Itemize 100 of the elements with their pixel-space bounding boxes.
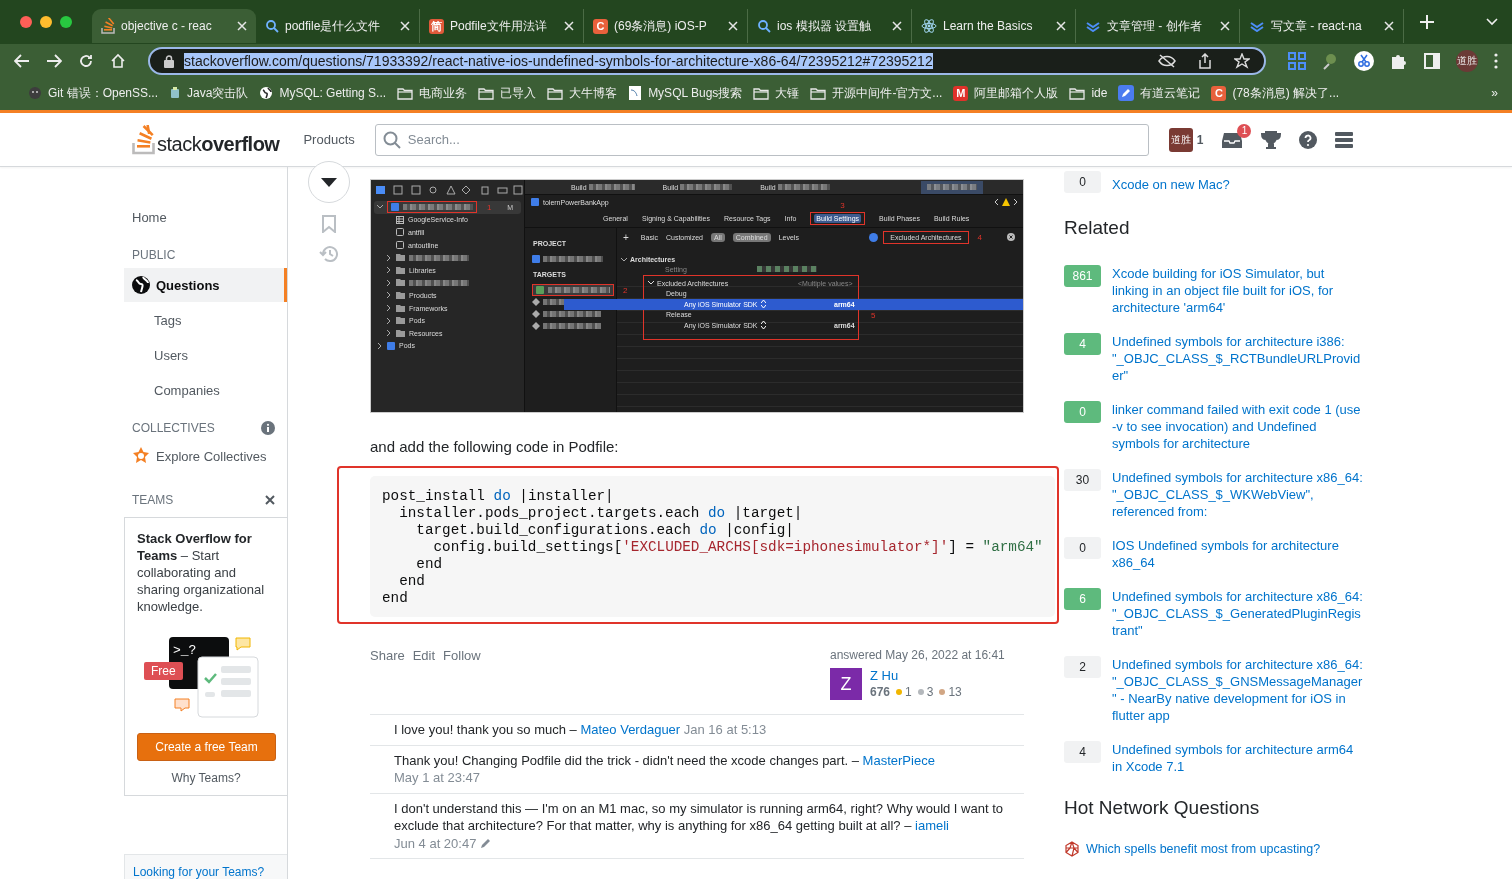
cat-logo-icon bbox=[28, 86, 42, 100]
nav-item[interactable]: Users bbox=[124, 338, 287, 372]
warning-icon bbox=[995, 198, 1017, 206]
chevron-logo-icon bbox=[1085, 20, 1101, 32]
question-link[interactable]: linker command failed with exit code 1 (use -v to see invocation) and Undefined symbols for architecture bbox=[1112, 401, 1364, 452]
site-logo[interactable]: stackoverflow bbox=[132, 124, 280, 155]
bookmark[interactable]: Git 错误：OpenSS... bbox=[28, 84, 159, 102]
scissors-icon[interactable] bbox=[1354, 51, 1374, 71]
browser-tab[interactable]: objective c - reac bbox=[92, 9, 256, 43]
star-icon[interactable] bbox=[1234, 53, 1250, 69]
window-control-icon[interactable] bbox=[40, 16, 52, 28]
bookmark[interactable]: C (78条消息) 解决了... bbox=[1211, 84, 1340, 102]
code-block: post_install do |installer| installer.pods_project.targets.each do |target| target.build_configurations.each do |config| config.build_settings['EXCLUDED_ARCHS[sdk=iphonesimulator*]'] = "arm64" end end end bbox=[370, 476, 1055, 617]
trophy-icon[interactable] bbox=[1261, 129, 1282, 150]
question-link[interactable]: Undefined symbols for architecture arm64 in Xcode 7.1 bbox=[1112, 741, 1364, 775]
new-tab-icon[interactable] bbox=[1420, 15, 1434, 29]
help-icon[interactable] bbox=[1299, 130, 1318, 149]
find-teams-button[interactable]: Looking for your Teams? bbox=[124, 854, 287, 879]
stack-menu-icon[interactable] bbox=[1335, 130, 1354, 149]
browser-tab[interactable]: 写文章 - react-na bbox=[1240, 9, 1404, 43]
bookmark[interactable]: 开源中间件-官方文... bbox=[810, 84, 943, 102]
bookmark[interactable]: 有道云笔记 bbox=[1118, 84, 1201, 102]
nav-heading: TEAMS bbox=[131, 493, 175, 507]
atom-icon bbox=[921, 19, 937, 33]
post-action-link[interactable]: Share bbox=[370, 648, 405, 700]
add-button[interactable]: + bbox=[623, 231, 629, 243]
comment-author-link[interactable]: iameli bbox=[915, 818, 949, 833]
nav-item[interactable]: Tags bbox=[124, 303, 287, 337]
more-bookmarks-button[interactable]: » bbox=[1491, 86, 1498, 100]
bookmark[interactable]: 大牛博客 bbox=[547, 84, 618, 102]
browser-tab[interactable]: podfile是什么文件 bbox=[256, 9, 420, 43]
nav-item[interactable]: Explore Collectives bbox=[124, 439, 287, 473]
question-link[interactable]: Xcode on new Mac? bbox=[1112, 176, 1364, 193]
window-control-icon[interactable] bbox=[20, 16, 32, 28]
comment-text: I don't understand this — I'm on an M1 mac, so my simulator is running arm64, right? Why would I want to exclude that architecture? For that matter, why is anything for x86_64 getting built at all? – iameli Jun 4 at 20:47 bbox=[394, 799, 1004, 852]
stack-logo-icon bbox=[132, 124, 156, 155]
question-link[interactable]: Undefined symbols for architecture x86_64: "_OBJC_CLASS_$_GNSMessageManager" - NearBy native development for iOS in flutter app bbox=[1112, 656, 1364, 724]
scheme-tab[interactable] bbox=[921, 180, 983, 194]
question-link[interactable]: Undefined symbols for architecture x86_64: "_OBJC_CLASS_$_GeneratedPluginRegistrant" bbox=[1112, 588, 1364, 639]
question-link[interactable]: IOS Undefined symbols for architecture x86_64 bbox=[1112, 537, 1364, 571]
more-icon[interactable] bbox=[1494, 53, 1498, 69]
browser-tab[interactable]: Learn the Basics bbox=[912, 9, 1076, 43]
forward-icon[interactable] bbox=[46, 54, 62, 68]
folder-icon bbox=[478, 86, 495, 100]
user-avatar[interactable]: 道胜 bbox=[1168, 127, 1193, 152]
bookmark[interactable]: 已导入 bbox=[478, 84, 537, 102]
products-link[interactable]: Products bbox=[303, 126, 355, 153]
clear-icon[interactable] bbox=[1007, 233, 1015, 241]
share-icon[interactable] bbox=[1198, 53, 1212, 69]
chevron-down-icon[interactable] bbox=[1486, 18, 1498, 26]
inbox-icon[interactable] bbox=[1221, 130, 1244, 149]
window-control-icon[interactable] bbox=[60, 16, 72, 28]
question-link[interactable]: Xcode building for iOS Simulator, but linking in an object file built for iOS, for architecture 'arm64' bbox=[1112, 265, 1364, 316]
blurred-label bbox=[543, 311, 601, 317]
user-name[interactable]: Z Hu bbox=[870, 668, 965, 683]
bookmark[interactable]: MySQL Bugs搜索 bbox=[628, 84, 743, 102]
eye-slash-icon[interactable] bbox=[1158, 54, 1176, 68]
browser-tab[interactable]: ios 模拟器 设置触 bbox=[748, 9, 912, 43]
chevron-logo-icon bbox=[1249, 20, 1265, 32]
nav-item[interactable]: Home bbox=[124, 200, 287, 234]
blurred-label bbox=[777, 184, 830, 190]
puzzle-icon[interactable] bbox=[1390, 52, 1408, 70]
back-icon[interactable] bbox=[14, 54, 30, 68]
polyhedron-icon bbox=[1064, 841, 1080, 857]
step-number: 4 bbox=[977, 232, 982, 242]
nav-heading: COLLECTIVES bbox=[131, 421, 216, 435]
question-link[interactable]: Which spells benefit most from upcasting? bbox=[1086, 842, 1321, 856]
bookmark[interactable]: Java突击队 bbox=[169, 84, 249, 102]
search-field[interactable]: Search... bbox=[374, 123, 1149, 156]
browser-tab[interactable]: C (69条消息) iOS-P bbox=[584, 9, 748, 43]
bulb-icon[interactable] bbox=[1322, 52, 1338, 70]
globe-icon bbox=[132, 276, 150, 294]
bookmark[interactable]: MySQL: Getting S... bbox=[259, 86, 387, 100]
reload-icon[interactable] bbox=[78, 53, 94, 69]
comment-author-link[interactable]: MasterPiece bbox=[862, 752, 935, 768]
bookmark[interactable]: M 阿里邮箱个人版 bbox=[953, 84, 1059, 102]
nav-item[interactable]: Companies bbox=[124, 373, 287, 407]
question-link[interactable]: Undefined symbols for architecture i386: "_OBJC_CLASS_$_RCTBundleURLProvider" bbox=[1112, 333, 1364, 384]
nav-item[interactable]: Questions bbox=[124, 268, 287, 302]
post-action-link[interactable]: Edit bbox=[412, 648, 436, 700]
answered-date: answered May 26, 2022 at 16:41 bbox=[830, 648, 1006, 662]
browser-tab[interactable]: 简 Podfile文件用法详 bbox=[420, 9, 584, 43]
home-icon[interactable] bbox=[110, 53, 126, 69]
sidebar-icon[interactable] bbox=[1424, 53, 1440, 69]
folder-icon bbox=[397, 86, 414, 100]
info-icon[interactable] bbox=[261, 421, 275, 435]
bookmark[interactable]: ide bbox=[1069, 86, 1108, 100]
blurred-label bbox=[927, 183, 977, 190]
browser-tab[interactable]: 文章管理 - 创作者 bbox=[1076, 9, 1240, 43]
bookmark[interactable]: 电商业务 bbox=[397, 84, 468, 102]
post-action-link[interactable]: Follow bbox=[443, 648, 481, 700]
bookmark[interactable]: 大锤 bbox=[753, 84, 800, 102]
comment-author-link[interactable]: Mateo Verdaguer bbox=[580, 722, 681, 737]
user-avatar[interactable]: Z bbox=[830, 668, 862, 700]
question-link[interactable]: Undefined symbols for architecture x86_64: "_OBJC_CLASS_$_WKWebView", referenced from: bbox=[1112, 469, 1364, 520]
downvote-button[interactable] bbox=[308, 161, 350, 203]
close-icon[interactable] bbox=[265, 495, 275, 505]
address-bar[interactable]: stackoverflow.com/questions/71933392/react-native-ios-undefined-symbols-for-architecture-x86-64/72395212#72395212 bbox=[148, 47, 1266, 75]
why-teams-link[interactable]: Why Teams? bbox=[137, 771, 275, 785]
profile-avatar[interactable]: 道胜 bbox=[1456, 50, 1478, 72]
